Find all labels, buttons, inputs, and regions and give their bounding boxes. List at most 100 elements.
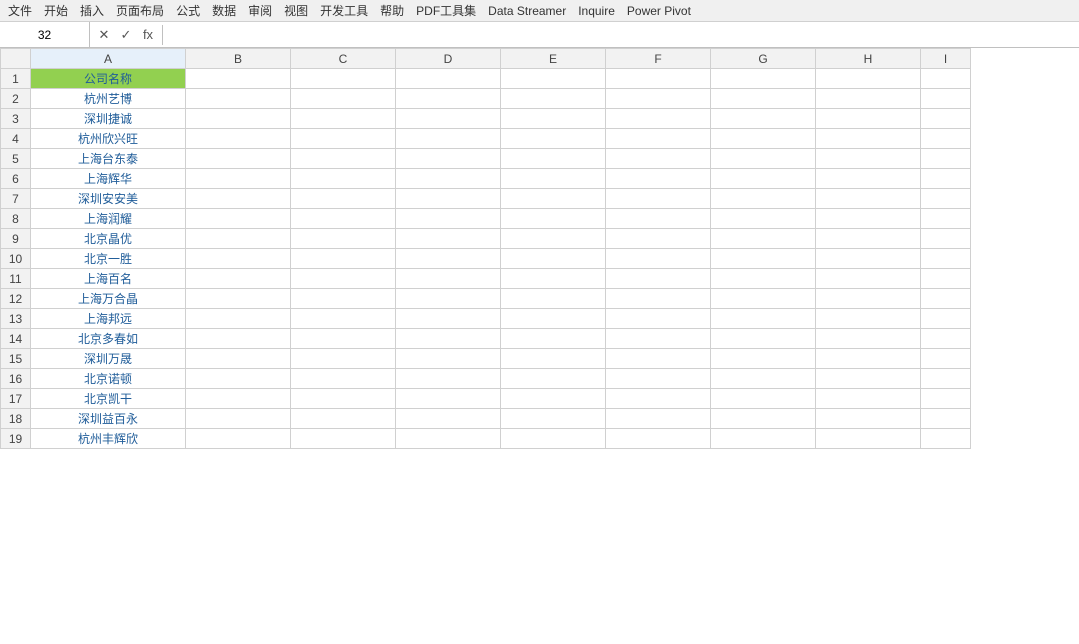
cell-G8[interactable] (711, 209, 816, 229)
cell-C12[interactable] (291, 289, 396, 309)
cell-C19[interactable] (291, 429, 396, 449)
cell-H11[interactable] (816, 269, 921, 289)
cell-I5[interactable] (921, 149, 971, 169)
cell-C17[interactable] (291, 389, 396, 409)
col-header-H[interactable]: H (816, 49, 921, 69)
menu-item-审阅[interactable]: 审阅 (242, 0, 278, 21)
cell-A9[interactable]: 北京晶优 (31, 229, 186, 249)
cell-C5[interactable] (291, 149, 396, 169)
cell-G18[interactable] (711, 409, 816, 429)
cell-C15[interactable] (291, 349, 396, 369)
menu-item-公式[interactable]: 公式 (170, 0, 206, 21)
cell-G4[interactable] (711, 129, 816, 149)
row-number-9[interactable]: 9 (1, 229, 31, 249)
cell-B12[interactable] (186, 289, 291, 309)
cell-H4[interactable] (816, 129, 921, 149)
cell-E17[interactable] (501, 389, 606, 409)
cell-B17[interactable] (186, 389, 291, 409)
cell-H19[interactable] (816, 429, 921, 449)
menu-item-Power-Pivot[interactable]: Power Pivot (621, 2, 697, 20)
cell-A13[interactable]: 上海邦远 (31, 309, 186, 329)
cell-B15[interactable] (186, 349, 291, 369)
cell-C7[interactable] (291, 189, 396, 209)
row-number-5[interactable]: 5 (1, 149, 31, 169)
cell-I10[interactable] (921, 249, 971, 269)
cell-I16[interactable] (921, 369, 971, 389)
row-number-17[interactable]: 17 (1, 389, 31, 409)
cell-G12[interactable] (711, 289, 816, 309)
cell-A4[interactable]: 杭州欣兴旺 (31, 129, 186, 149)
cell-F6[interactable] (606, 169, 711, 189)
row-number-6[interactable]: 6 (1, 169, 31, 189)
row-number-2[interactable]: 2 (1, 89, 31, 109)
row-number-3[interactable]: 3 (1, 109, 31, 129)
cell-F10[interactable] (606, 249, 711, 269)
cell-H9[interactable] (816, 229, 921, 249)
cell-I8[interactable] (921, 209, 971, 229)
row-number-11[interactable]: 11 (1, 269, 31, 289)
cell-D7[interactable] (396, 189, 501, 209)
cell-F7[interactable] (606, 189, 711, 209)
cell-F17[interactable] (606, 389, 711, 409)
cell-I3[interactable] (921, 109, 971, 129)
cell-G11[interactable] (711, 269, 816, 289)
cell-D17[interactable] (396, 389, 501, 409)
cell-D11[interactable] (396, 269, 501, 289)
row-number-12[interactable]: 12 (1, 289, 31, 309)
cell-H12[interactable] (816, 289, 921, 309)
cell-H5[interactable] (816, 149, 921, 169)
menu-item-帮助[interactable]: 帮助 (374, 0, 410, 21)
cell-F11[interactable] (606, 269, 711, 289)
cell-I12[interactable] (921, 289, 971, 309)
cell-B14[interactable] (186, 329, 291, 349)
confirm-button[interactable]: ✓ (116, 25, 136, 45)
cell-G17[interactable] (711, 389, 816, 409)
cell-D15[interactable] (396, 349, 501, 369)
cell-H14[interactable] (816, 329, 921, 349)
menu-item-页面布局[interactable]: 页面布局 (110, 0, 170, 21)
cell-E9[interactable] (501, 229, 606, 249)
cell-F3[interactable] (606, 109, 711, 129)
cell-A3[interactable]: 深圳捷诚 (31, 109, 186, 129)
corner-header[interactable] (1, 49, 31, 69)
menu-item-开始[interactable]: 开始 (38, 0, 74, 21)
menu-item-Data-Streamer[interactable]: Data Streamer (482, 2, 572, 20)
cell-D9[interactable] (396, 229, 501, 249)
cell-G10[interactable] (711, 249, 816, 269)
row-number-13[interactable]: 13 (1, 309, 31, 329)
cell-A7[interactable]: 深圳安安美 (31, 189, 186, 209)
cell-D1[interactable] (396, 69, 501, 89)
cell-F12[interactable] (606, 289, 711, 309)
cell-H6[interactable] (816, 169, 921, 189)
cell-C2[interactable] (291, 89, 396, 109)
cell-I11[interactable] (921, 269, 971, 289)
row-number-1[interactable]: 1 (1, 69, 31, 89)
cell-B3[interactable] (186, 109, 291, 129)
cell-H3[interactable] (816, 109, 921, 129)
cell-D16[interactable] (396, 369, 501, 389)
cell-H13[interactable] (816, 309, 921, 329)
row-number-16[interactable]: 16 (1, 369, 31, 389)
row-number-10[interactable]: 10 (1, 249, 31, 269)
cell-B2[interactable] (186, 89, 291, 109)
cell-A17[interactable]: 北京凯干 (31, 389, 186, 409)
cell-H7[interactable] (816, 189, 921, 209)
cell-G1[interactable] (711, 69, 816, 89)
formula-input[interactable] (163, 22, 1079, 47)
col-header-D[interactable]: D (396, 49, 501, 69)
cell-G5[interactable] (711, 149, 816, 169)
menu-item-PDF工具集[interactable]: PDF工具集 (410, 0, 482, 21)
menu-item-插入[interactable]: 插入 (74, 0, 110, 21)
cell-F19[interactable] (606, 429, 711, 449)
cell-C4[interactable] (291, 129, 396, 149)
col-header-A[interactable]: A (31, 49, 186, 69)
cell-C10[interactable] (291, 249, 396, 269)
cell-A12[interactable]: 上海万合晶 (31, 289, 186, 309)
row-number-7[interactable]: 7 (1, 189, 31, 209)
cell-G14[interactable] (711, 329, 816, 349)
cell-C6[interactable] (291, 169, 396, 189)
fx-button[interactable]: fx (138, 25, 158, 45)
cell-E3[interactable] (501, 109, 606, 129)
menu-item-开发工具[interactable]: 开发工具 (314, 0, 374, 21)
cell-A1[interactable]: 公司名称 (31, 69, 186, 89)
